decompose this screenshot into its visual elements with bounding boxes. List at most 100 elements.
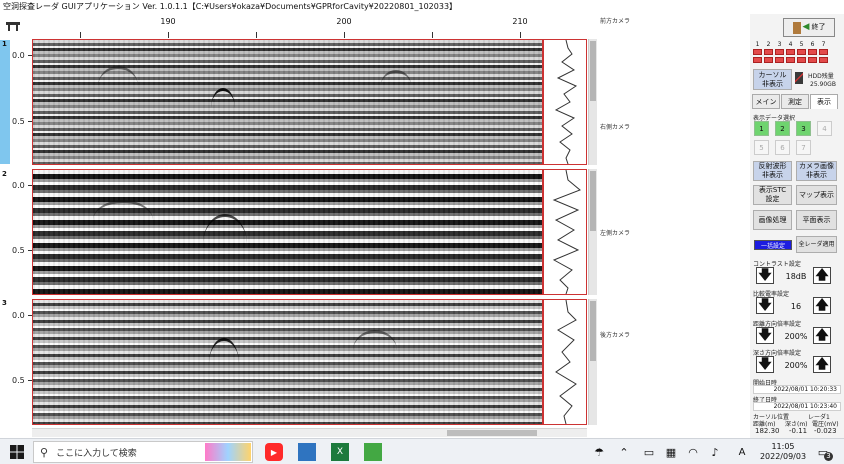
- toolbar-ruler-icon[interactable]: [6, 17, 20, 31]
- window-title: 空洞探査レーダ GUIアプリケーション Ver. 1.0.1.1【C:¥User…: [0, 0, 844, 14]
- depth-tick-label: 0.0: [12, 51, 25, 60]
- hyperbola-reflection: [93, 200, 153, 240]
- contrast-decrease-button[interactable]: 🡇: [756, 267, 774, 284]
- waveform-panel-1: [543, 39, 587, 165]
- reflection-toggle-button[interactable]: 反射波形 非表示: [753, 161, 792, 181]
- channel-status-led: [808, 57, 817, 63]
- map-display-button[interactable]: マップ表示: [796, 185, 837, 205]
- clock-time: 11:05: [771, 442, 795, 451]
- depth-tick-label: 0.0: [12, 181, 25, 190]
- axis-tick: [344, 32, 345, 38]
- arrow-down-icon: 🡇: [758, 328, 772, 343]
- axis-tick: [520, 32, 521, 38]
- arrow-down-icon: 🡇: [758, 357, 772, 372]
- data-toggle-1[interactable]: 1: [754, 121, 769, 136]
- app-cube-icon[interactable]: [364, 443, 382, 461]
- data-toggle-4[interactable]: 4: [817, 121, 832, 136]
- camera-toggle-button[interactable]: カメラ画像 非表示: [796, 161, 837, 181]
- end-time-value: 2022/08/01 10:23:40: [753, 402, 841, 411]
- channel-status-led: [764, 57, 773, 63]
- h-stretch-decrease-button[interactable]: 🡇: [756, 327, 774, 344]
- v-stretch-decrease-button[interactable]: 🡇: [756, 356, 774, 373]
- network-icon[interactable]: ▦: [662, 443, 680, 461]
- search-highlight-image[interactable]: [205, 443, 251, 461]
- vertical-scrollbar[interactable]: [588, 169, 597, 295]
- waveform-panel-2: [543, 169, 587, 295]
- vertical-scrollbar[interactable]: [588, 39, 597, 165]
- arrow-up-icon: 🡅: [815, 328, 829, 343]
- exit-button[interactable]: ◀ 終了: [783, 18, 835, 37]
- volume-icon[interactable]: ♪: [706, 443, 724, 461]
- radargram-panel-1[interactable]: [32, 39, 543, 165]
- radargram-panel-2[interactable]: [32, 169, 543, 295]
- v-stretch-increase-button[interactable]: 🡅: [813, 356, 831, 373]
- depth-tick-label: 0.5: [12, 246, 25, 255]
- data-toggle-6[interactable]: 6: [775, 140, 790, 155]
- panel-number: 2: [2, 170, 7, 178]
- wifi-icon[interactable]: ◠: [684, 443, 702, 461]
- notification-count: 3: [824, 452, 833, 461]
- vertical-scrollbar[interactable]: [588, 299, 597, 425]
- hdd-icon: [795, 72, 803, 84]
- plane-view-button[interactable]: 平面表示: [796, 210, 837, 230]
- apply-all-radar-button[interactable]: 全レーダ適用: [796, 236, 837, 253]
- hyperbola-reflection: [381, 70, 411, 100]
- batch-settings-button[interactable]: 一括設定: [754, 240, 792, 250]
- h-stretch-increase-button[interactable]: 🡅: [813, 327, 831, 344]
- weather-icon[interactable]: ☂: [590, 443, 608, 461]
- scrollbar-thumb[interactable]: [590, 171, 596, 231]
- channel-number: 7: [821, 41, 826, 48]
- channel-status-led: [819, 49, 828, 55]
- search-icon: ⚲: [40, 445, 49, 459]
- radargram-panel-3[interactable]: [32, 299, 543, 425]
- horizontal-scrollbar[interactable]: [32, 428, 587, 437]
- windows-start-icon[interactable]: [8, 443, 26, 461]
- excel-icon[interactable]: X: [331, 443, 349, 461]
- cursor-toggle-button[interactable]: カーソル 非表示: [753, 69, 792, 90]
- youtube-icon[interactable]: ▶: [265, 443, 283, 461]
- scrollbar-thumb[interactable]: [590, 301, 596, 361]
- comparison-decrease-button[interactable]: 🡇: [756, 297, 774, 314]
- panel-number: 3: [2, 299, 7, 307]
- scrollbar-thumb[interactable]: [447, 430, 537, 436]
- hyperbola-reflection: [203, 214, 247, 274]
- camera-label: 左側カメラ: [600, 230, 631, 237]
- waveform-panel-3: [543, 299, 587, 425]
- voltage-value: -0.023: [814, 427, 837, 435]
- comparison-increase-button[interactable]: 🡅: [813, 297, 831, 314]
- channel-status-led: [797, 57, 806, 63]
- tab-main[interactable]: メイン: [752, 94, 780, 109]
- stc-settings-button[interactable]: 表示STC 設定: [753, 185, 792, 205]
- exit-label: 終了: [811, 23, 826, 31]
- control-sidebar: ◀ 終了 1 2 3 4 5 6 7 カーソル 非表示 HDD残量 25.90G…: [750, 14, 844, 438]
- channel-status-led: [764, 49, 773, 55]
- tab-display[interactable]: 表示: [810, 94, 838, 109]
- axis-tick: [432, 32, 433, 38]
- door-icon: [792, 21, 801, 34]
- hyperbola-reflection: [353, 330, 397, 370]
- axis-tick-label: 210: [512, 17, 528, 26]
- tab-measure[interactable]: 測定: [781, 94, 809, 109]
- camera-label: 後方カメラ: [600, 332, 631, 339]
- contrast-value: 18dB: [785, 272, 807, 281]
- data-toggle-7[interactable]: 7: [796, 140, 811, 155]
- data-toggle-5[interactable]: 5: [754, 140, 769, 155]
- ime-indicator[interactable]: A: [733, 443, 751, 461]
- taskbar-clock[interactable]: 11:05 2022/09/03: [758, 442, 808, 462]
- data-toggle-3[interactable]: 3: [796, 121, 811, 136]
- contrast-increase-button[interactable]: 🡅: [813, 267, 831, 284]
- hdd-label: HDD残量: [808, 73, 834, 80]
- depth-tick-label: 0.5: [12, 117, 25, 126]
- arrow-up-icon: 🡅: [815, 268, 829, 283]
- notification-icon[interactable]: ▭ 3: [814, 443, 833, 461]
- chevron-up-icon[interactable]: ⌃: [615, 443, 633, 461]
- data-toggle-2[interactable]: 2: [775, 121, 790, 136]
- scrollbar-thumb[interactable]: [590, 41, 596, 101]
- comparison-value: 16: [790, 302, 802, 311]
- v-stretch-value: 200%: [784, 361, 808, 370]
- search-placeholder: ここに入力して検索: [56, 448, 137, 459]
- photos-icon[interactable]: [298, 443, 316, 461]
- image-processing-button[interactable]: 画像処理: [753, 210, 792, 230]
- folder-icon[interactable]: ▭: [640, 443, 658, 461]
- channel-status-led: [775, 57, 784, 63]
